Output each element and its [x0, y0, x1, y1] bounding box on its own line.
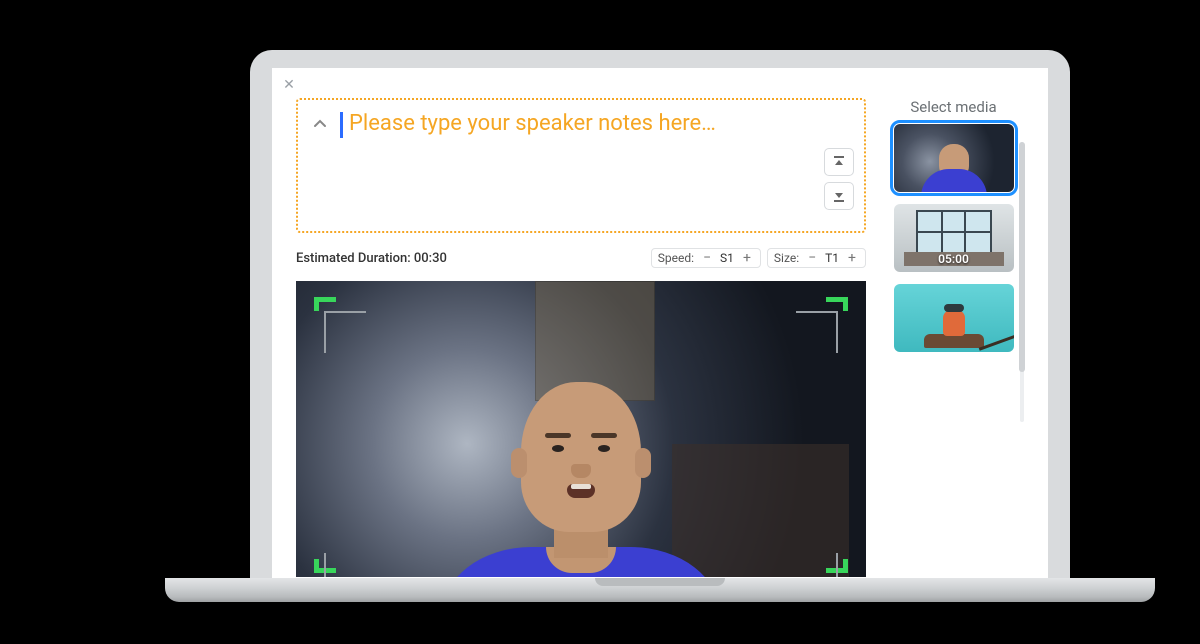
video-preview[interactable] [296, 281, 866, 577]
close-button[interactable]: ✕ [280, 76, 298, 94]
collapse-notes-button[interactable] [310, 114, 330, 134]
notes-scroll-controls [824, 148, 854, 210]
size-control: Size: − T1 + [767, 248, 866, 268]
scroll-bottom-icon [832, 189, 846, 203]
laptop-frame: ✕ Please type your speaker notes here… [250, 50, 1070, 610]
size-value: T1 [825, 251, 839, 265]
speed-control: Speed: − S1 + [651, 248, 761, 268]
speed-label: Speed: [658, 251, 694, 265]
inner-frame-marker [324, 553, 366, 577]
inner-frame-marker [796, 311, 838, 353]
sidebar-scroll-thumb[interactable] [1019, 142, 1025, 372]
speaker-notes-box[interactable]: Please type your speaker notes here… [296, 98, 866, 233]
notes-meta-row: Estimated Duration: 00:30 Speed: − S1 + … [296, 243, 866, 273]
screen-bezel: ✕ Please type your speaker notes here… [250, 50, 1070, 580]
speaker-notes-placeholder: Please type your speaker notes here… [349, 110, 716, 138]
size-decrease-button[interactable]: − [805, 251, 819, 265]
thumbnail-duration: 05:00 [938, 252, 969, 266]
speed-value: S1 [720, 251, 734, 265]
close-icon: ✕ [283, 77, 295, 93]
laptop-notch [595, 578, 725, 586]
size-label: Size: [774, 251, 799, 265]
media-thumbnail[interactable] [894, 124, 1014, 192]
media-thumbnail[interactable] [894, 284, 1014, 352]
inner-frame-marker [796, 553, 838, 577]
main-column: Please type your speaker notes here… Est… [296, 98, 866, 577]
scroll-to-top-button[interactable] [824, 148, 854, 176]
scroll-top-icon [832, 155, 846, 169]
app-window: ✕ Please type your speaker notes here… [272, 68, 1048, 580]
speed-increase-button[interactable]: + [740, 251, 754, 265]
estimated-duration: Estimated Duration: 00:30 [296, 251, 645, 266]
media-sidebar: Select media 05:00 [881, 98, 1026, 364]
size-increase-button[interactable]: + [845, 251, 859, 265]
media-thumbnail[interactable]: 05:00 [894, 204, 1014, 272]
media-sidebar-title: Select media [881, 98, 1026, 116]
scroll-to-bottom-button[interactable] [824, 182, 854, 210]
inner-frame-marker [324, 311, 366, 353]
text-cursor [340, 112, 343, 138]
chevron-up-icon [313, 117, 327, 131]
speed-decrease-button[interactable]: − [700, 251, 714, 265]
video-preview-scene [296, 281, 866, 577]
duration-value: 00:30 [414, 251, 447, 266]
duration-label: Estimated Duration: [296, 251, 411, 266]
